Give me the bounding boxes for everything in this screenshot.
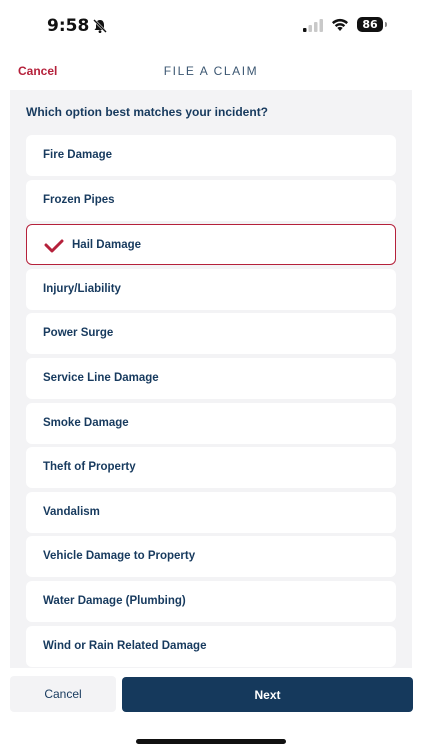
option-hail-damage[interactable]: Hail Damage xyxy=(26,224,396,266)
battery-nub xyxy=(385,22,387,27)
option-label: Power Surge xyxy=(43,327,114,340)
home-indicator[interactable] xyxy=(136,739,286,744)
option-water-damage[interactable]: Water Damage (Plumbing) xyxy=(26,580,396,622)
bell-slash-icon xyxy=(93,19,107,33)
page-title: FILE A CLAIM xyxy=(163,64,259,78)
option-vandalism[interactable]: Vandalism xyxy=(26,491,396,533)
incident-option-list: Fire Damage Frozen Pipes Hail Damage Inj… xyxy=(26,135,396,668)
option-service-line-damage[interactable]: Service Line Damage xyxy=(26,357,396,399)
option-injury-liability[interactable]: Injury/Liability xyxy=(26,268,396,310)
option-fire-damage[interactable]: Fire Damage xyxy=(26,135,396,176)
option-label: Vehicle Damage to Property xyxy=(43,550,196,563)
checkmark-icon xyxy=(44,239,64,253)
status-bar: 9:58 86 xyxy=(0,0,422,50)
option-label: Service Line Damage xyxy=(43,371,159,384)
option-label: Wind or Rain Related Damage xyxy=(43,639,207,652)
option-label: Hail Damage xyxy=(72,239,142,252)
option-label: Frozen Pipes xyxy=(43,193,115,206)
cellular-signal-icon xyxy=(303,19,323,32)
option-theft-of-property[interactable]: Theft of Property xyxy=(26,447,396,489)
option-frozen-pipes[interactable]: Frozen Pipes xyxy=(26,179,396,221)
wifi-icon xyxy=(332,18,348,31)
footer-actions: Cancel Next xyxy=(0,668,422,750)
option-label: Theft of Property xyxy=(43,461,136,474)
option-label: Injury/Liability xyxy=(43,282,121,295)
option-label: Fire Damage xyxy=(43,149,113,161)
incident-options-panel[interactable]: Which option best matches your incident?… xyxy=(10,90,412,668)
option-label: Smoke Damage xyxy=(43,416,129,429)
next-button[interactable]: Next xyxy=(122,677,413,712)
question-heading: Which option best matches your incident? xyxy=(26,105,269,119)
option-power-surge[interactable]: Power Surge xyxy=(26,313,396,355)
battery-level: 86 xyxy=(362,18,378,31)
option-label: Vandalism xyxy=(43,505,100,518)
option-vehicle-damage[interactable]: Vehicle Damage to Property xyxy=(26,536,396,578)
option-wind-rain-damage[interactable]: Wind or Rain Related Damage xyxy=(26,625,396,667)
battery-icon: 86 xyxy=(357,17,383,32)
cancel-button[interactable]: Cancel xyxy=(10,676,116,712)
status-time: 9:58 xyxy=(47,16,90,36)
option-smoke-damage[interactable]: Smoke Damage xyxy=(26,402,396,444)
option-label: Water Damage (Plumbing) xyxy=(43,594,186,607)
nav-bar: Cancel FILE A CLAIM xyxy=(0,50,422,90)
